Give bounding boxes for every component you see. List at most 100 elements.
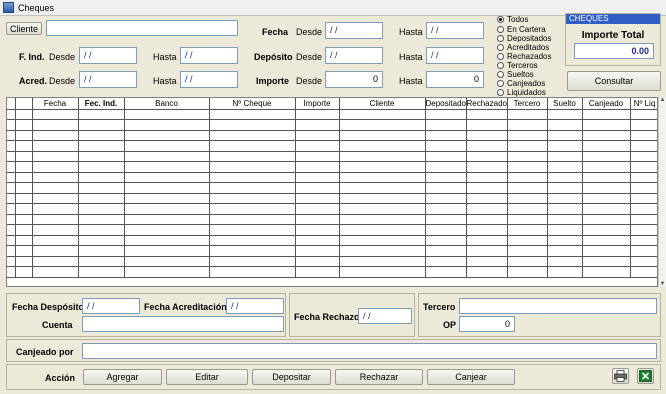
table-cell[interactable] bbox=[507, 224, 548, 236]
table-cell[interactable] bbox=[547, 140, 583, 152]
table-cell[interactable] bbox=[425, 235, 467, 246]
column-header[interactable] bbox=[15, 98, 33, 110]
table-cell[interactable] bbox=[630, 172, 657, 183]
table-row[interactable] bbox=[7, 245, 657, 257]
table-cell[interactable] bbox=[15, 161, 33, 173]
table-cell[interactable] bbox=[339, 140, 426, 152]
table-cell[interactable] bbox=[78, 151, 125, 162]
table-cell[interactable] bbox=[466, 182, 508, 194]
table-cell[interactable] bbox=[7, 245, 16, 257]
table-cell[interactable] bbox=[32, 235, 79, 246]
status-option-en-cartera[interactable]: En Cartera bbox=[497, 25, 546, 34]
table-cell[interactable] bbox=[32, 140, 79, 152]
table-cell[interactable] bbox=[507, 235, 548, 246]
cliente-button[interactable]: Cliente bbox=[6, 22, 42, 35]
table-cell[interactable] bbox=[209, 245, 296, 257]
status-option-liquidados[interactable]: Liquidados bbox=[497, 88, 546, 97]
cuenta-input[interactable] bbox=[82, 316, 284, 332]
table-cell[interactable] bbox=[507, 140, 548, 152]
table-cell[interactable] bbox=[507, 245, 548, 257]
table-cell[interactable] bbox=[425, 109, 467, 120]
cheques-grid[interactable]: Fecha Fec. Ind. Banco Nº Cheque Importe Clien… bbox=[6, 97, 658, 287]
deposito-hasta-input[interactable]: / / bbox=[426, 47, 484, 64]
table-cell[interactable] bbox=[209, 224, 296, 236]
table-cell[interactable] bbox=[339, 151, 426, 162]
table-cell[interactable] bbox=[547, 203, 583, 215]
table-cell[interactable] bbox=[32, 214, 79, 225]
table-cell[interactable] bbox=[78, 119, 125, 131]
table-cell[interactable] bbox=[339, 172, 426, 183]
table-cell[interactable] bbox=[339, 203, 426, 215]
table-cell[interactable] bbox=[32, 119, 79, 131]
table-cell[interactable] bbox=[630, 256, 657, 267]
column-header[interactable]: Fecha bbox=[32, 98, 79, 110]
table-cell[interactable] bbox=[78, 256, 125, 267]
acred-desde-input[interactable]: / / bbox=[79, 71, 137, 88]
table-row[interactable] bbox=[7, 266, 657, 278]
table-cell[interactable] bbox=[339, 214, 426, 225]
table-cell[interactable] bbox=[15, 182, 33, 194]
table-cell[interactable] bbox=[466, 245, 508, 257]
table-cell[interactable] bbox=[295, 130, 340, 141]
table-cell[interactable] bbox=[209, 140, 296, 152]
table-cell[interactable] bbox=[15, 203, 33, 215]
table-cell[interactable] bbox=[7, 235, 16, 246]
table-cell[interactable] bbox=[124, 203, 210, 215]
table-cell[interactable] bbox=[15, 235, 33, 246]
table-cell[interactable] bbox=[630, 245, 657, 257]
table-cell[interactable] bbox=[582, 172, 631, 183]
table-cell[interactable] bbox=[630, 266, 657, 278]
table-cell[interactable] bbox=[466, 214, 508, 225]
table-cell[interactable] bbox=[630, 214, 657, 225]
table-cell[interactable] bbox=[78, 245, 125, 257]
table-cell[interactable] bbox=[209, 151, 296, 162]
radio-icon[interactable] bbox=[497, 80, 504, 87]
table-cell[interactable] bbox=[547, 130, 583, 141]
table-cell[interactable] bbox=[425, 161, 467, 173]
table-cell[interactable] bbox=[209, 266, 296, 278]
table-cell[interactable] bbox=[507, 182, 548, 194]
table-cell[interactable] bbox=[32, 256, 79, 267]
table-cell[interactable] bbox=[507, 130, 548, 141]
table-cell[interactable] bbox=[425, 214, 467, 225]
table-cell[interactable] bbox=[547, 193, 583, 204]
table-cell[interactable] bbox=[425, 245, 467, 257]
table-cell[interactable] bbox=[124, 119, 210, 131]
table-cell[interactable] bbox=[466, 193, 508, 204]
table-cell[interactable] bbox=[15, 140, 33, 152]
table-cell[interactable] bbox=[295, 172, 340, 183]
table-cell[interactable] bbox=[209, 256, 296, 267]
table-cell[interactable] bbox=[339, 119, 426, 131]
importe-desde-input[interactable]: 0 bbox=[325, 71, 383, 88]
table-cell[interactable] bbox=[507, 193, 548, 204]
table-cell[interactable] bbox=[295, 193, 340, 204]
table-cell[interactable] bbox=[78, 130, 125, 141]
radio-icon[interactable] bbox=[497, 89, 504, 96]
editar-button[interactable]: Editar bbox=[166, 369, 248, 385]
find-desde-input[interactable]: / / bbox=[79, 47, 137, 64]
table-cell[interactable] bbox=[582, 235, 631, 246]
table-cell[interactable] bbox=[295, 151, 340, 162]
table-cell[interactable] bbox=[78, 193, 125, 204]
table-cell[interactable] bbox=[7, 119, 16, 131]
table-row[interactable] bbox=[7, 193, 657, 204]
table-row[interactable] bbox=[7, 109, 657, 120]
table-cell[interactable] bbox=[507, 119, 548, 131]
table-cell[interactable] bbox=[630, 151, 657, 162]
table-cell[interactable] bbox=[7, 214, 16, 225]
table-cell[interactable] bbox=[547, 266, 583, 278]
table-row[interactable] bbox=[7, 203, 657, 215]
column-header[interactable]: Rechazado bbox=[466, 98, 508, 110]
table-row[interactable] bbox=[7, 130, 657, 141]
table-cell[interactable] bbox=[339, 235, 426, 246]
table-cell[interactable] bbox=[78, 235, 125, 246]
table-cell[interactable] bbox=[466, 119, 508, 131]
rechazar-button[interactable]: Rechazar bbox=[335, 369, 423, 385]
table-cell[interactable] bbox=[78, 203, 125, 215]
table-cell[interactable] bbox=[78, 182, 125, 194]
table-cell[interactable] bbox=[209, 182, 296, 194]
table-cell[interactable] bbox=[7, 172, 16, 183]
table-cell[interactable] bbox=[466, 172, 508, 183]
table-cell[interactable] bbox=[547, 119, 583, 131]
table-cell[interactable] bbox=[209, 130, 296, 141]
